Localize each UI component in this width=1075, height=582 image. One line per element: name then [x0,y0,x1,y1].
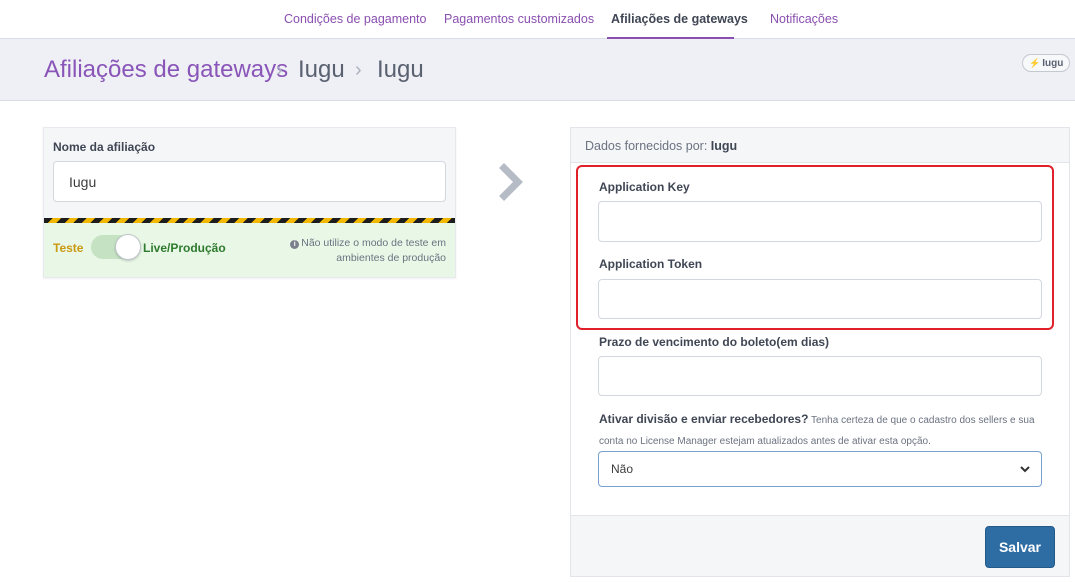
breadcrumb-separator-icon: › [276,59,283,81]
plug-icon: ⚡ [1029,58,1041,68]
boleto-due-days-label: Prazo de vencimento do boleto(em dias) [599,335,830,349]
affiliation-name-input[interactable]: Iugu [53,161,446,202]
application-key-label: Application Key [599,180,690,194]
toggle-knob [115,234,141,260]
application-token-label: Application Token [599,257,703,271]
mode-warning-message: Não utilize o modo de teste em ambientes… [301,237,446,264]
affiliation-name-label: Nome da afiliação [53,140,156,154]
mode-bar: Teste Live/Produção i Não utilize o modo … [44,223,455,277]
provider-title-name: Iugu [710,139,738,153]
split-payment-selected-value: Não [611,462,634,476]
breadcrumb-affiliation: Iugu [377,56,424,83]
provider-badge: ⚡ Iugu [1022,54,1071,72]
split-payment-select[interactable]: Não [598,451,1042,487]
info-icon: i [290,240,300,249]
chevron-down-icon [1020,466,1030,473]
provider-card-title: Dados fornecidos por: Iugu [585,139,737,153]
affiliation-card: Nome da afiliação Iugu Teste Live/Produç… [43,127,456,278]
provider-data-card: Dados fornecidos por: Iugu Application K… [570,127,1070,577]
tab-condicoes-de-pagamento[interactable]: Condições de pagamento [284,12,426,26]
tab-afiliacoes-de-gateways[interactable]: Afiliações de gateways [611,12,748,26]
application-key-input[interactable] [598,201,1042,242]
top-nav: Condições de pagamento Pagamentos custom… [0,0,1075,39]
affiliation-name-value: Iugu [69,174,97,190]
breadcrumb-separator-icon: › [355,59,362,81]
test-mode-label: Teste [53,241,84,255]
live-mode-label: Live/Produção [143,241,226,255]
provider-card-footer: Salvar [571,515,1069,576]
breadcrumb-gateways-link[interactable]: Afiliações de gateways [44,56,288,84]
split-payment-label: Ativar divisão e enviar recebedores? [599,412,809,426]
live-mode-toggle[interactable] [91,234,141,260]
mode-warning-text: i Não utilize o modo de teste em ambiente… [271,236,446,266]
application-token-input[interactable] [598,279,1042,319]
provider-card-header: Dados fornecidos por: Iugu [571,128,1069,163]
provider-badge-label: Iugu [1042,58,1064,69]
chevron-right-icon [499,163,523,201]
boleto-due-days-input[interactable] [598,356,1042,396]
page-header: Afiliações de gateways › Iugu › Iugu ⚡ Iu… [0,39,1075,101]
provider-title-prefix: Dados fornecidos por: [585,139,708,153]
split-payment-help: Ativar divisão e enviar recebedores? Ten… [599,409,1044,452]
tab-pagamentos-customizados[interactable]: Pagamentos customizados [444,12,594,26]
save-button[interactable]: Salvar [985,526,1055,568]
breadcrumb-provider: Iugu [298,56,345,83]
tab-notificacoes[interactable]: Notificações [770,12,838,26]
